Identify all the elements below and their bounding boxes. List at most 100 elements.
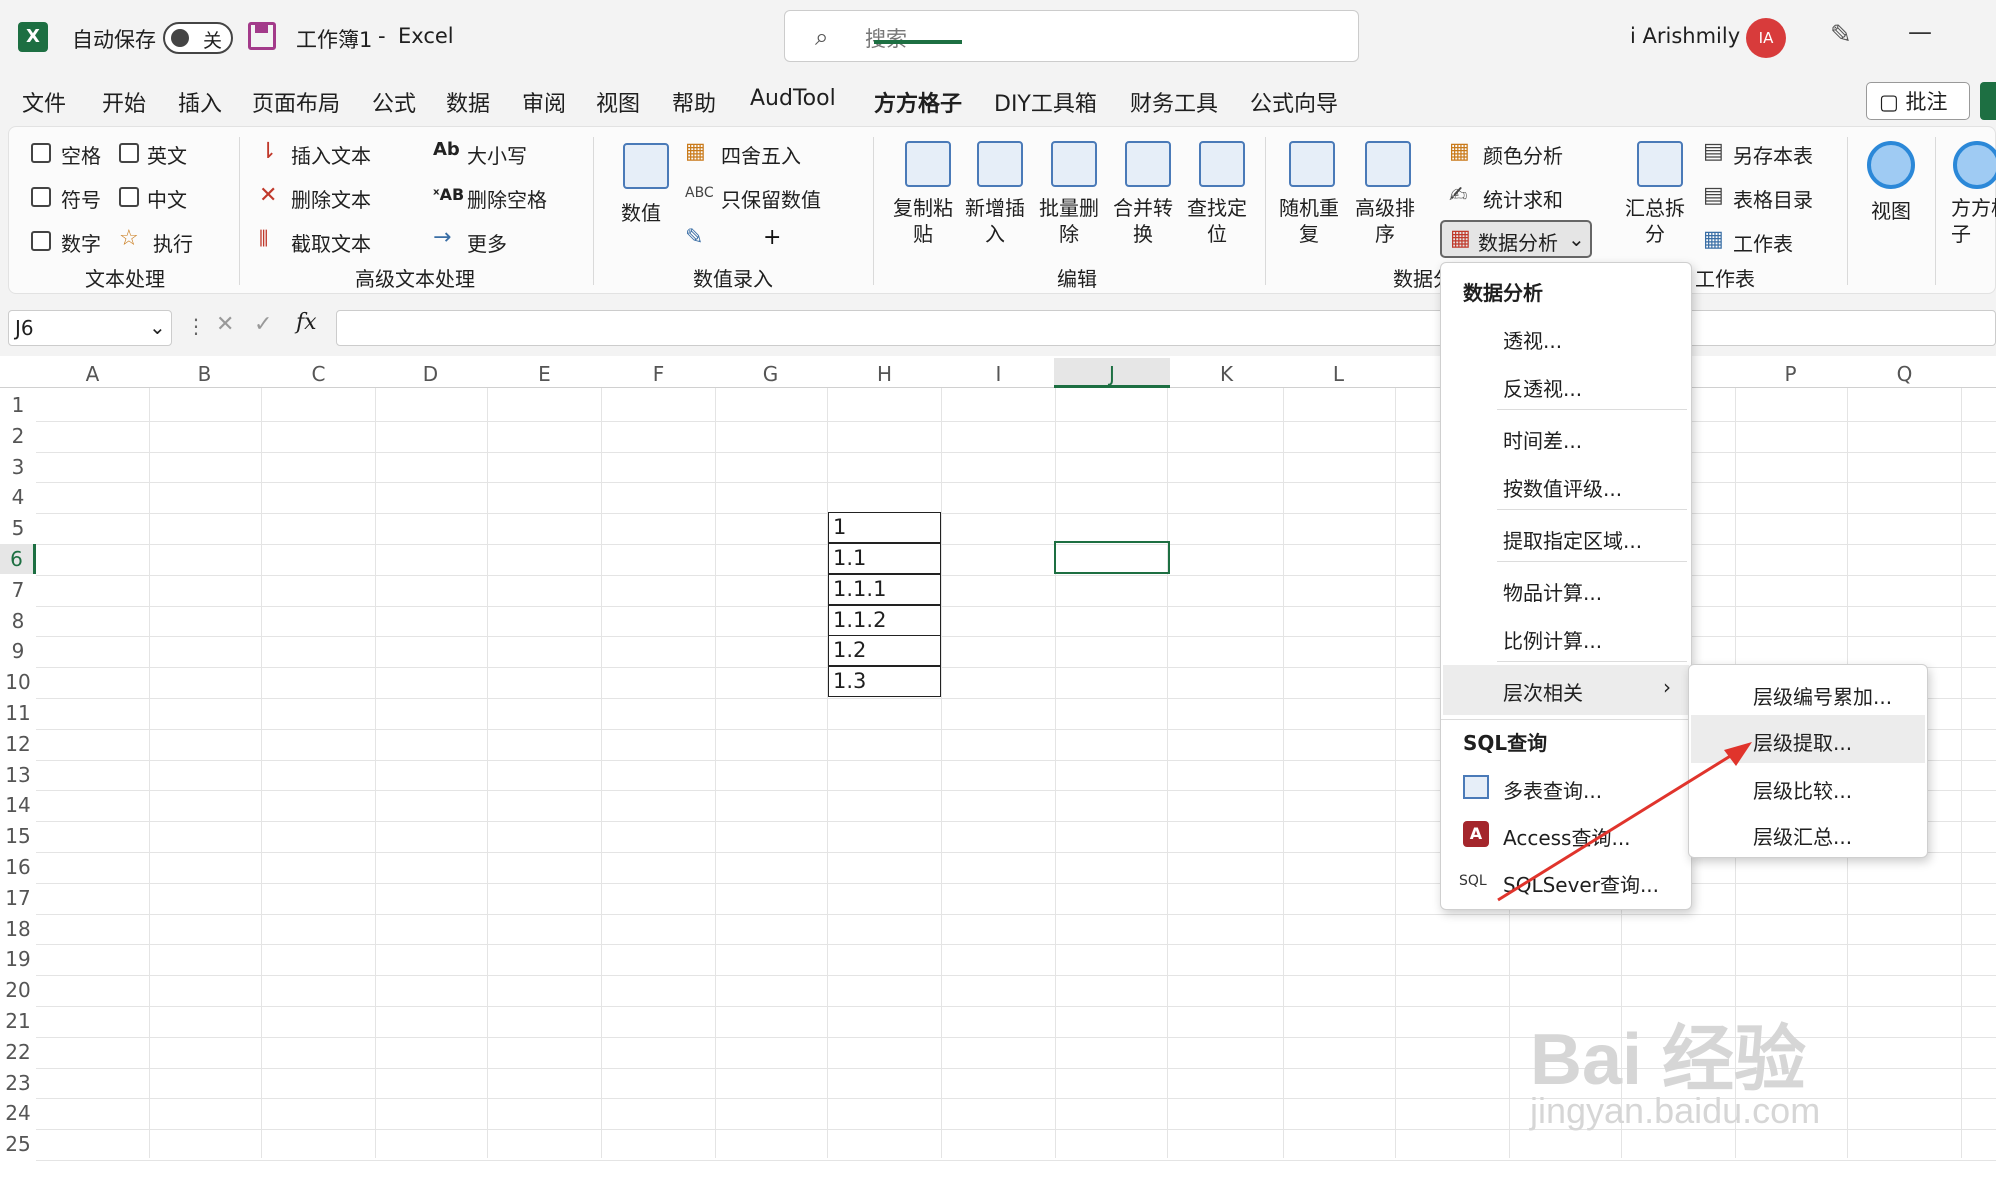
minimize-icon[interactable]: — [1908,18,1932,46]
remove-space-button[interactable]: 删除空格 [467,184,547,213]
tab-finance[interactable]: 财务工具 [1130,86,1218,118]
checkbox-symbol[interactable] [31,187,51,207]
tab-ffgz[interactable]: 方方格子 [874,86,962,118]
tab-home[interactable]: 开始 [102,86,146,118]
search-input[interactable]: ⌕ 搜索 [784,10,1359,62]
row-header-24[interactable]: 24 [0,1101,36,1125]
tab-review[interactable]: 审阅 [522,86,566,118]
column-header-q[interactable]: Q [1848,362,1961,386]
cell-h9[interactable]: 1.2 [828,635,941,667]
edit-icon[interactable]: ✎ [685,225,703,250]
menu-item-grade[interactable]: 按数值评级... [1503,473,1622,502]
insert-button[interactable]: 新增插 入 [965,195,1025,247]
batch-delete-button[interactable]: 批量删 除 [1039,195,1099,247]
column-header-l[interactable]: L [1282,362,1395,386]
column-header-c[interactable]: C [262,362,375,386]
delete-text-button[interactable]: 删除文本 [291,184,371,213]
save-icon[interactable] [248,22,276,50]
tab-insert[interactable]: 插入 [178,86,222,118]
fx-icon[interactable]: fx [296,310,317,335]
copy-paste-button[interactable]: 复制粘 贴 [893,195,953,247]
row-header-16[interactable]: 16 [0,855,36,879]
row-header-13[interactable]: 13 [0,763,36,787]
tab-formula-wizard[interactable]: 公式向导 [1250,86,1338,118]
row-header-4[interactable]: 4 [0,485,36,509]
row-header-5[interactable]: 5 [0,516,36,540]
ffgz-button[interactable]: 方方格 子 [1951,195,1996,247]
enter-icon[interactable]: ✓ [254,312,272,337]
name-box[interactable]: J6 ⌄ [8,310,172,346]
row-header-7[interactable]: 7 [0,578,36,602]
user-name[interactable]: i Arishmily [1630,24,1740,48]
view-button[interactable]: 视图 [1871,195,1911,224]
column-header-j[interactable]: J [1054,362,1170,386]
row-header-21[interactable]: 21 [0,1009,36,1033]
comment-button[interactable]: ▢ 批注 [1866,82,1970,120]
column-header-a[interactable]: A [36,362,149,386]
keep-value-button[interactable]: 只保留数值 [721,184,821,213]
cell-h10[interactable]: 1.3 [828,666,941,698]
insert-text-button[interactable]: 插入文本 [291,140,371,169]
column-header-e[interactable]: E [488,362,601,386]
menu-item-ratio-calc[interactable]: 比例计算... [1503,625,1602,654]
color-analysis-button[interactable]: 颜色分析 [1483,140,1563,169]
stat-sum-button[interactable]: 统计求和 [1483,184,1563,213]
tab-help[interactable]: 帮助 [672,86,716,118]
row-header-22[interactable]: 22 [0,1040,36,1064]
column-header-b[interactable]: B [148,362,261,386]
merge-convert-button[interactable]: 合并转 换 [1113,195,1173,247]
row-header-9[interactable]: 9 [0,639,36,663]
execute-button[interactable]: 执行 [153,228,193,257]
tab-page-layout[interactable]: 页面布局 [252,86,340,118]
tab-diy[interactable]: DIY工具箱 [994,86,1097,118]
row-header-3[interactable]: 3 [0,455,36,479]
row-header-6[interactable]: 6 [0,544,36,574]
more-button[interactable]: 更多 [467,228,507,257]
share-button[interactable] [1980,82,1996,120]
tab-file[interactable]: 文件 [22,86,66,118]
menu-item-extract-region[interactable]: 提取指定区域... [1503,525,1642,554]
value-button[interactable]: 数值 [621,197,661,226]
row-header-19[interactable]: 19 [0,947,36,971]
menu-item-hierarchy[interactable]: 层次相关 [1503,677,1583,706]
menu-item-item-calc[interactable]: 物品计算... [1503,577,1602,606]
round-button[interactable]: 四舍五入 [721,140,801,169]
column-header-g[interactable]: G [714,362,827,386]
menu-item-unpivot[interactable]: 反透视... [1503,373,1582,402]
tab-view[interactable]: 视图 [596,86,640,118]
submenu-item-level-compare[interactable]: 层级比较... [1753,775,1852,804]
summary-split-button[interactable]: 汇总拆 分 [1625,195,1685,247]
worksheet-button[interactable]: 工作表 [1733,228,1793,257]
row-header-11[interactable]: 11 [0,701,36,725]
case-button[interactable]: 大小写 [467,140,527,169]
data-analysis-button[interactable]: ▦ 数据分析 ⌄ [1440,220,1592,258]
save-sheet-button[interactable]: 另存本表 [1733,140,1813,169]
column-header-d[interactable]: D [374,362,487,386]
row-header-8[interactable]: 8 [0,609,36,633]
row-header-12[interactable]: 12 [0,732,36,756]
checkbox-english[interactable] [119,143,139,163]
column-header-h[interactable]: H [828,362,941,386]
sheet-toc-button[interactable]: 表格目录 [1733,184,1813,213]
tab-audtool[interactable]: AudTool [750,86,836,111]
row-header-17[interactable]: 17 [0,886,36,910]
cancel-icon[interactable]: ✕ [216,312,234,337]
row-header-1[interactable]: 1 [0,393,36,417]
autosave-toggle[interactable]: 关 [163,22,233,54]
row-header-20[interactable]: 20 [0,978,36,1002]
row-header-2[interactable]: 2 [0,424,36,448]
more-options-icon[interactable]: ⋮ [186,314,206,338]
submenu-item-level-summary[interactable]: 层级汇总... [1753,821,1852,850]
row-header-18[interactable]: 18 [0,917,36,941]
tab-formulas[interactable]: 公式 [372,86,416,118]
menu-item-pivot[interactable]: 透视... [1503,325,1562,354]
row-header-25[interactable]: 25 [0,1132,36,1156]
submenu-item-level-extract[interactable]: 层级提取... [1753,727,1852,756]
column-header-p[interactable]: P [1734,362,1847,386]
cell-h6[interactable]: 1.1 [828,543,941,574]
menu-item-time-diff[interactable]: 时间差... [1503,425,1582,454]
advanced-sort-button[interactable]: 高级排 序 [1355,195,1415,247]
tab-data[interactable]: 数据 [446,86,490,118]
formula-input[interactable] [336,310,1996,346]
cell-h5[interactable]: 1 [828,512,941,544]
